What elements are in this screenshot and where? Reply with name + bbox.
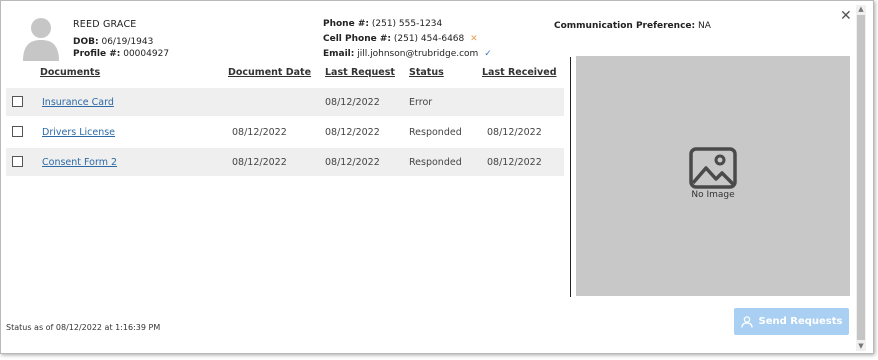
profile-value: 00004927 [123, 49, 170, 59]
last-request-cell: 08/12/2022 [325, 127, 380, 138]
image-icon [689, 147, 737, 189]
send-requests-label: Send Requests [758, 316, 843, 327]
document-preview: No Image [576, 56, 850, 296]
row-checkbox[interactable] [12, 156, 23, 167]
patient-name: REED GRACE [73, 19, 137, 30]
document-link[interactable]: Insurance Card [42, 97, 114, 108]
cell-line: Cell Phone #: (251) 454-6468 ✕ [323, 34, 478, 44]
last-request-cell: 08/12/2022 [325, 157, 380, 168]
email-line: Email: jill.johnson@trubridge.com ✓ [323, 49, 492, 59]
preference-value: NA [697, 21, 711, 31]
last-received-cell: 08/12/2022 [487, 157, 542, 168]
header-status[interactable]: Status [409, 67, 444, 78]
status-cell: Responded [409, 127, 462, 138]
document-link[interactable]: Drivers License [42, 127, 115, 138]
last-request-cell: 08/12/2022 [325, 97, 380, 108]
header-last-request[interactable]: Last Request [325, 67, 395, 78]
document-date-cell: 08/12/2022 [232, 157, 287, 168]
document-link[interactable]: Consent Form 2 [42, 157, 117, 168]
document-date-cell: 08/12/2022 [232, 127, 287, 138]
close-icon[interactable]: ✕ [840, 9, 852, 23]
phone-label: Phone #: [323, 19, 369, 29]
cell-value: (251) 454-6468 [393, 34, 465, 44]
avatar-icon [21, 15, 61, 61]
header-documents[interactable]: Documents [40, 67, 100, 78]
send-requests-button[interactable]: Send Requests [734, 308, 849, 335]
no-image-text: No Image [691, 190, 735, 200]
communication-preference: Communication Preference: NA [554, 21, 711, 31]
status-timestamp: Status as of 08/12/2022 at 1:16:39 PM [6, 323, 161, 332]
profile-label: Profile #: [73, 49, 121, 59]
scroll-thumb[interactable] [857, 15, 865, 340]
dob-value: 06/19/1943 [101, 37, 154, 47]
row-checkbox[interactable] [12, 126, 23, 137]
phone-line: Phone #: (251) 555-1234 [323, 19, 442, 29]
last-received-cell: 08/12/2022 [487, 127, 542, 138]
preference-label: Communication Preference: [554, 21, 696, 31]
email-label: Email: [323, 49, 355, 59]
scroll-up-icon[interactable]: ▲ [856, 5, 866, 14]
phone-value: (251) 555-1234 [371, 19, 443, 29]
header-document-date[interactable]: Document Date [228, 67, 311, 78]
patient-dob: DOB: 06/19/1943 [73, 37, 153, 47]
x-icon: ✕ [470, 34, 478, 44]
header-last-received[interactable]: Last Received [482, 67, 557, 78]
checkmark-icon: ✓ [484, 49, 492, 59]
status-cell: Error [409, 97, 433, 108]
panel-divider [570, 57, 571, 297]
vertical-scrollbar[interactable]: ▲ ▼ [856, 5, 866, 351]
cell-label: Cell Phone #: [323, 34, 391, 44]
dob-label: DOB: [73, 37, 99, 47]
table-row: Consent Form 2 08/12/2022 08/12/2022 Res… [6, 148, 564, 176]
table-row: Insurance Card 08/12/2022 Error [6, 88, 564, 116]
scroll-down-icon[interactable]: ▼ [856, 342, 866, 351]
email-value: jill.johnson@trubridge.com [357, 49, 479, 59]
patient-profile: Profile #: 00004927 [73, 49, 169, 59]
status-cell: Responded [409, 157, 462, 168]
user-icon [740, 315, 753, 328]
table-row: Drivers License 08/12/2022 08/12/2022 Re… [6, 118, 564, 146]
row-checkbox[interactable] [12, 96, 23, 107]
dialog-window: REED GRACE DOB: 06/19/1943 Profile #: 00… [0, 0, 874, 354]
